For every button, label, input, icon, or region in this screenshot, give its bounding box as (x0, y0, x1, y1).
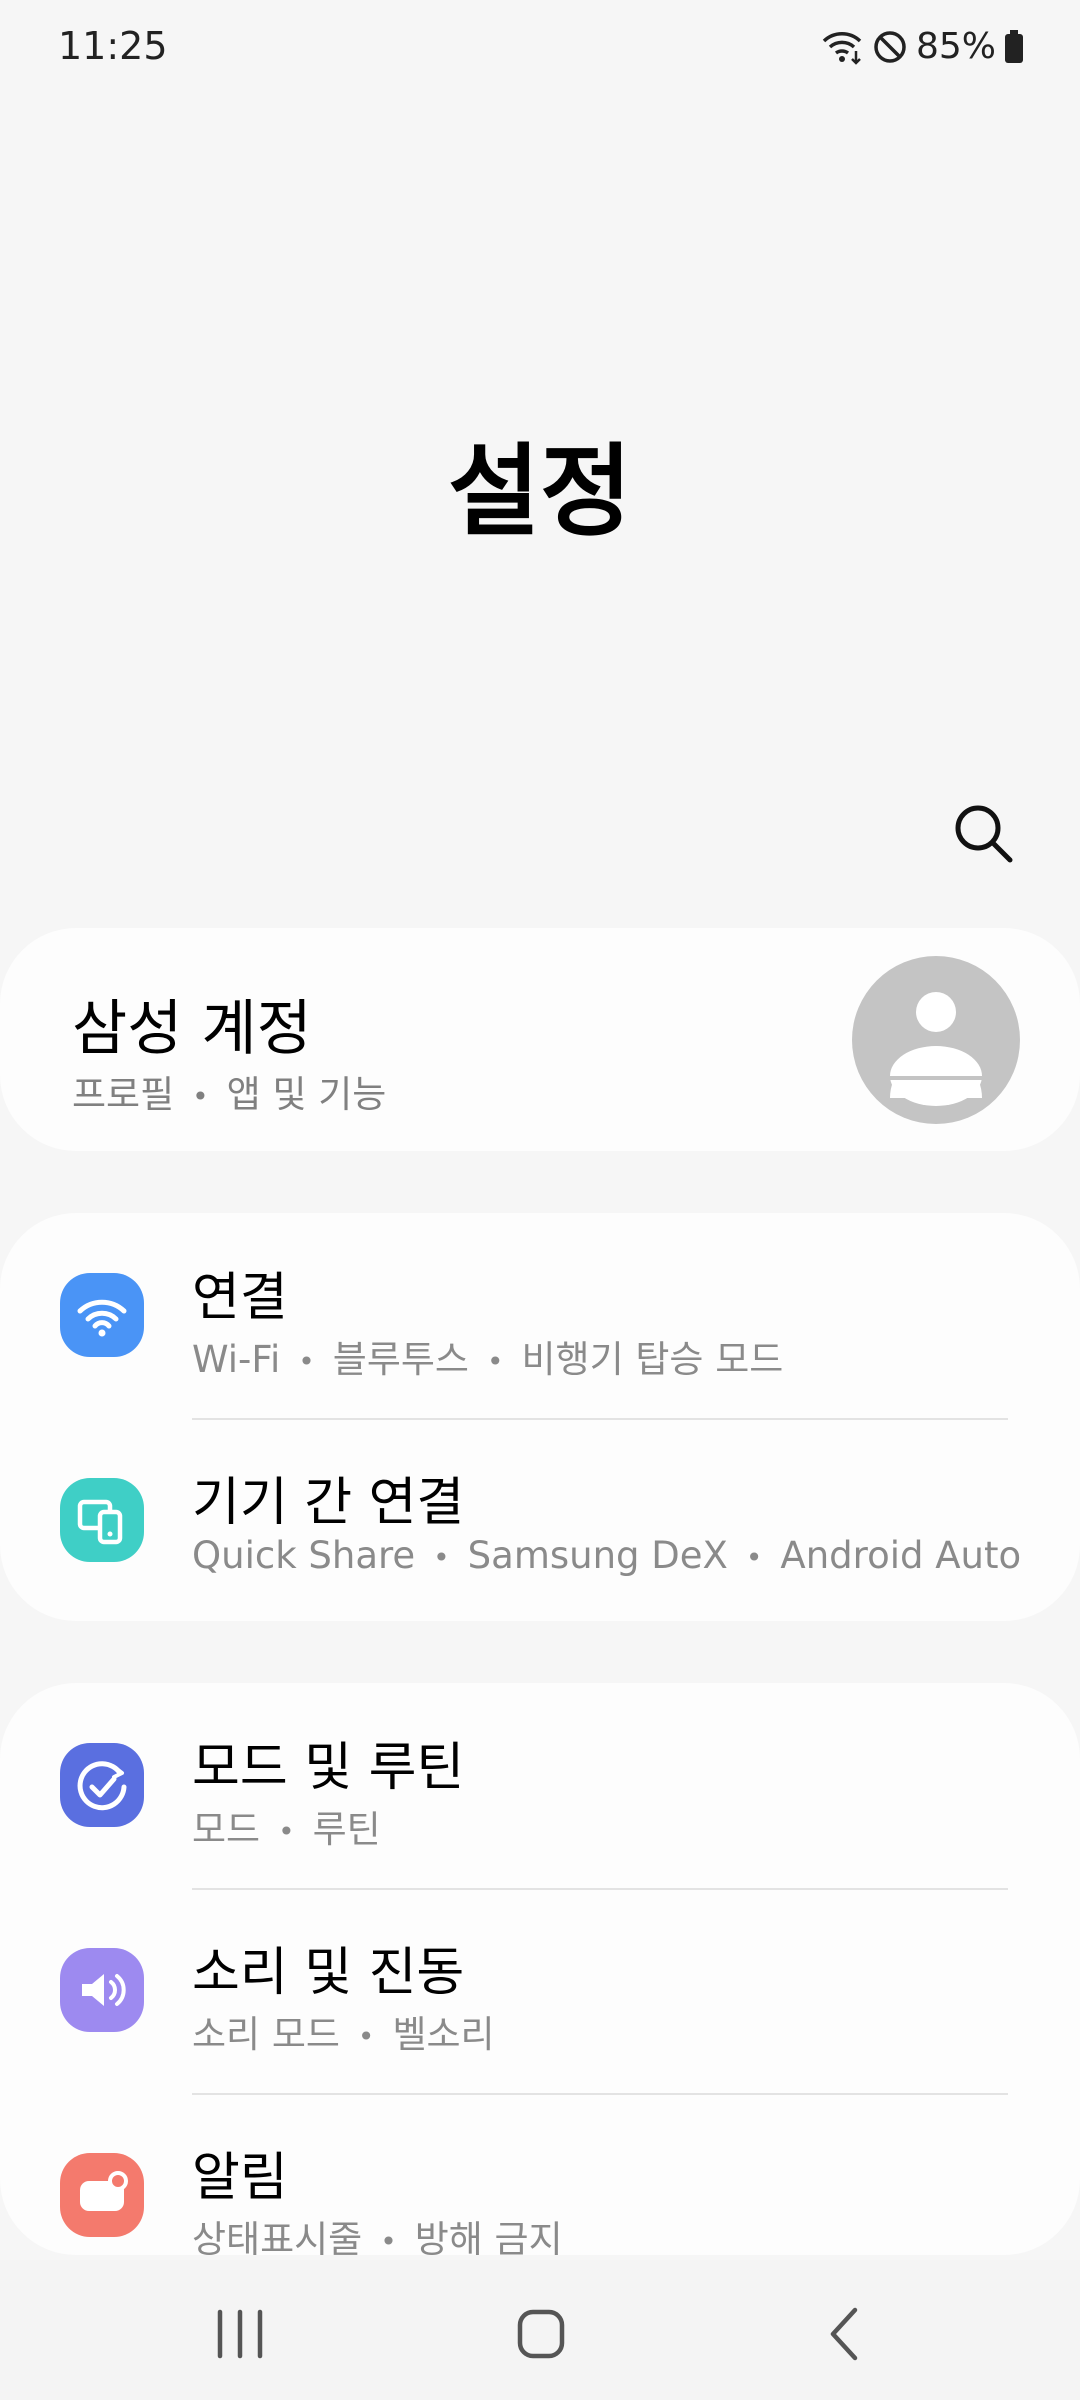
battery-icon (1004, 29, 1024, 64)
status-icons: 85% (820, 26, 1024, 67)
account-subtitle-part: 앱 및 기능 (226, 1073, 387, 1116)
item-title: 연결 (192, 1268, 288, 1328)
home-button[interactable] (490, 2296, 590, 2376)
modes-routines-icon (60, 1743, 144, 1827)
settings-group-2: 모드 및 루틴 모드 • 루틴 소리 및 진동 소리 모드 • 벨소리 알림 상태표 (0, 1683, 1080, 2255)
status-bar: 11:25 85% (0, 0, 1080, 100)
item-subtitle-part: 모드 (192, 1808, 261, 1851)
search-icon (955, 805, 1013, 863)
item-title: 소리 및 진동 (192, 1943, 465, 2003)
wifi-icon (820, 29, 864, 65)
separator-dot: • (278, 1815, 295, 1848)
recent-apps-icon (217, 2309, 263, 2359)
home-icon (517, 2309, 565, 2359)
samsung-account-card[interactable]: 삼성 계정 프로필 • 앱 및 기능 (0, 928, 1080, 1151)
battery-percent: 85% (915, 26, 996, 67)
item-subtitle-part: 방해 금지 (414, 2218, 563, 2255)
settings-group-1: 연결 Wi-Fi • 블루투스 • 비행기 탑승 모드 기기 간 연결 Quick Sh… (0, 1213, 1080, 1621)
item-subtitle-part: 루틴 (312, 1808, 381, 1851)
item-subtitle: Wi-Fi • 블루투스 • 비행기 탑승 모드 (192, 1329, 783, 1383)
item-title: 기기 간 연결 (192, 1473, 465, 1533)
item-subtitle-part: 블루투스 (332, 1338, 469, 1381)
item-subtitle-part: Samsung DeX (467, 1534, 728, 1577)
item-subtitle-part: Quick Share (192, 1534, 416, 1577)
item-title: 모드 및 루틴 (192, 1738, 465, 1798)
item-subtitle-part: Android Auto (780, 1534, 1022, 1577)
sound-icon (60, 1948, 144, 2032)
wifi-icon (60, 1273, 144, 1357)
status-time: 11:25 (58, 24, 168, 68)
separator-dot: • (433, 1541, 450, 1574)
separator-dot: • (486, 1345, 504, 1378)
person-avatar-icon[interactable] (852, 956, 1020, 1124)
item-title: 알림 (192, 2148, 288, 2208)
settings-item-modes-routines[interactable]: 모드 및 루틴 모드 • 루틴 (0, 1683, 1080, 1888)
do-not-disturb-icon (872, 29, 908, 65)
item-subtitle-part: 비행기 탑승 모드 (521, 1338, 784, 1381)
page-title: 설정 (448, 433, 632, 550)
notifications-icon (60, 2153, 144, 2237)
back-icon (830, 2307, 858, 2361)
recent-apps-button[interactable] (190, 2296, 290, 2376)
account-subtitle-part: 프로필 (72, 1073, 175, 1116)
item-subtitle: 모드 • 루틴 (192, 1799, 381, 1853)
separator-dot: • (357, 2020, 375, 2053)
back-button[interactable] (795, 2296, 895, 2376)
item-subtitle-part: Wi-Fi (192, 1338, 281, 1381)
account-subtitle: 프로필 • 앱 및 기능 (72, 1064, 386, 1118)
item-subtitle-part: 소리 모드 (192, 2013, 340, 2056)
navigation-bar (0, 2260, 1080, 2400)
item-subtitle-part: 상태표시줄 (192, 2218, 363, 2255)
settings-item-notifications[interactable]: 알림 상태표시줄 • 방해 금지 (0, 2093, 1080, 2255)
connected-devices-icon (60, 1478, 144, 1562)
settings-item-sounds-vibration[interactable]: 소리 및 진동 소리 모드 • 벨소리 (0, 1888, 1080, 2093)
settings-item-connected-devices[interactable]: 기기 간 연결 Quick Share • Samsung DeX • Android … (0, 1418, 1080, 1621)
separator-dot: • (380, 2225, 397, 2255)
item-subtitle: Quick Share • Samsung DeX • Android Auto (192, 1534, 1021, 1577)
search-button[interactable] (950, 800, 1018, 868)
item-subtitle: 소리 모드 • 벨소리 (192, 2004, 495, 2058)
separator-dot: • (192, 1080, 209, 1113)
separator-dot: • (298, 1345, 315, 1378)
separator-dot: • (745, 1541, 763, 1574)
settings-item-connections[interactable]: 연결 Wi-Fi • 블루투스 • 비행기 탑승 모드 (0, 1213, 1080, 1418)
account-title: 삼성 계정 (72, 994, 312, 1064)
item-subtitle-part: 벨소리 (392, 2013, 495, 2056)
item-subtitle: 상태표시줄 • 방해 금지 (192, 2209, 563, 2255)
